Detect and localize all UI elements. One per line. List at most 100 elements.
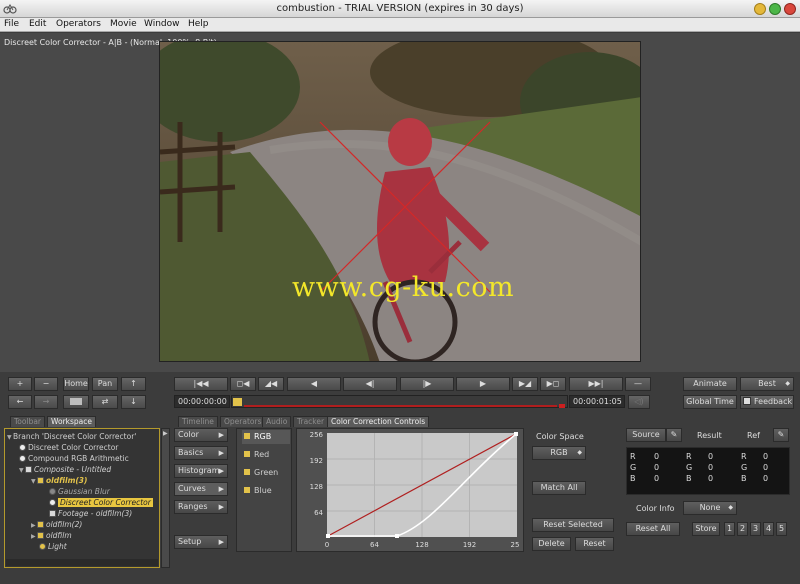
- tree-row-compound-rgb[interactable]: Compound RGB Arithmetic: [19, 453, 129, 464]
- category-color-button[interactable]: Color ▶: [174, 428, 228, 442]
- reset-button[interactable]: Reset: [575, 537, 614, 551]
- home-button[interactable]: Home: [63, 377, 89, 391]
- menu-movie[interactable]: Movie: [110, 19, 137, 29]
- tab-timeline[interactable]: Timeline: [178, 416, 218, 427]
- curve-point-mid[interactable]: [395, 534, 399, 538]
- tree-side-handle[interactable]: ▶: [161, 428, 170, 568]
- store-slot-1[interactable]: 1: [724, 522, 735, 536]
- menu-help[interactable]: Help: [188, 19, 209, 29]
- menu-window[interactable]: Window: [144, 19, 180, 29]
- capture-down-button[interactable]: ↓: [121, 395, 146, 409]
- curve-point-end[interactable]: [514, 432, 518, 436]
- out-point-marker[interactable]: [559, 404, 565, 408]
- channel-rgb[interactable]: RGB: [242, 430, 290, 444]
- store-button[interactable]: Store: [692, 522, 720, 536]
- zoom-button[interactable]: [769, 3, 781, 15]
- swap-button[interactable]: ⇄: [92, 395, 118, 409]
- step-forward-button[interactable]: |▶: [400, 377, 454, 391]
- workspace-tree[interactable]: ▼Branch 'Discreet Color Corrector' Discr…: [4, 428, 160, 568]
- feedback-checkbox[interactable]: [743, 397, 751, 405]
- category-basics-button[interactable]: Basics ▶: [174, 446, 228, 460]
- tab-tracker[interactable]: Tracker: [293, 416, 329, 427]
- time-start-field[interactable]: 00:00:00:00: [174, 395, 230, 408]
- tree-row-gaussian-blur[interactable]: Gaussian Blur: [49, 486, 110, 497]
- source-button[interactable]: Source: [626, 428, 666, 442]
- reset-selected-button[interactable]: Reset Selected: [532, 518, 614, 532]
- ref-r-label: R: [741, 452, 747, 461]
- channel-blue[interactable]: Blue: [242, 484, 290, 498]
- color-space-dropdown[interactable]: RGB ◆: [532, 446, 586, 460]
- tree-row-composite[interactable]: ▼ Composite - Untitled: [19, 464, 111, 475]
- zoom-out-button[interactable]: −: [34, 377, 58, 391]
- forward-button[interactable]: →: [34, 395, 58, 409]
- set-in-button[interactable]: ◻◀: [230, 377, 256, 391]
- delete-button[interactable]: Delete: [532, 537, 571, 551]
- store-slot-2[interactable]: 2: [737, 522, 748, 536]
- tree-row-color-corrector[interactable]: Discreet Color Corrector: [19, 442, 118, 453]
- store-slot-5[interactable]: 5: [776, 522, 787, 536]
- timeline-scrubber[interactable]: [231, 395, 568, 408]
- reset-all-button[interactable]: Reset All: [626, 522, 680, 536]
- composite-icon: [25, 466, 32, 473]
- menu-operators[interactable]: Operators: [56, 19, 101, 29]
- tab-audio[interactable]: Audio: [262, 416, 292, 427]
- tab-operators[interactable]: Operators: [220, 416, 266, 427]
- audio-toggle-button[interactable]: ◁): [628, 395, 650, 409]
- category-curves-button[interactable]: Curves ▶: [174, 482, 228, 496]
- tree-row-oldfilm-2[interactable]: ▶ oldfilm(2): [31, 519, 82, 530]
- feedback-toggle[interactable]: Feedback: [740, 395, 794, 409]
- tree-row-light[interactable]: Light: [39, 541, 67, 552]
- x-tick: 128: [415, 541, 428, 549]
- curve-point-start[interactable]: [326, 534, 330, 538]
- animate-button[interactable]: Animate: [683, 377, 737, 391]
- transport-options-button[interactable]: —: [625, 377, 651, 391]
- tree-row-oldfilm-3[interactable]: ▼ oldfilm(3): [31, 475, 87, 486]
- tree-scrollbar[interactable]: [6, 559, 158, 566]
- loop-forward-button[interactable]: ▶◢: [512, 377, 538, 391]
- category-ranges-button[interactable]: Ranges ▶: [174, 500, 228, 514]
- tree-row-footage[interactable]: Footage - oldfilm(3): [49, 508, 132, 519]
- ref-eyedropper-button[interactable]: ✎: [773, 428, 789, 442]
- channel-green[interactable]: Green: [242, 466, 290, 480]
- curve-editor[interactable]: 256 192 128 64 0 64 128 192 25: [296, 428, 524, 552]
- swatch-dropdown[interactable]: [63, 395, 89, 409]
- curve-graph[interactable]: 256 192 128 64 0 64 128 192 25: [297, 429, 523, 551]
- global-time-dropdown[interactable]: Global Time: [683, 395, 737, 409]
- back-button[interactable]: ←: [8, 395, 32, 409]
- tree-row-branch[interactable]: ▼Branch 'Discreet Color Corrector': [7, 431, 136, 442]
- tab-toolbar[interactable]: Toolbar: [10, 416, 46, 427]
- capture-up-button[interactable]: ↑: [121, 377, 146, 391]
- go-to-start-button[interactable]: |◀◀: [174, 377, 228, 391]
- step-back-button[interactable]: ◀|: [343, 377, 397, 391]
- color-info-dropdown[interactable]: None ◆: [683, 501, 737, 515]
- store-slot-3[interactable]: 3: [750, 522, 761, 536]
- tab-workspace[interactable]: Workspace: [47, 416, 96, 427]
- tree-row-selected-color-corrector[interactable]: Discreet Color Corrector: [49, 497, 153, 508]
- zoom-in-button[interactable]: +: [8, 377, 32, 391]
- playhead-marker[interactable]: [233, 398, 242, 406]
- source-eyedropper-button[interactable]: ✎: [666, 428, 682, 442]
- quality-dropdown[interactable]: Best ◆: [740, 377, 794, 391]
- x-tick: 0: [325, 541, 329, 549]
- video-frame[interactable]: www.cg-ku.com: [159, 41, 641, 362]
- tab-color-correction-controls[interactable]: Color Correction Controls: [327, 416, 430, 427]
- play-button[interactable]: ▶: [456, 377, 510, 391]
- time-end-field[interactable]: 00:00:01:05: [569, 395, 625, 408]
- loop-back-button[interactable]: ◢◀: [258, 377, 284, 391]
- operator-icon: [19, 455, 26, 462]
- play-reverse-button[interactable]: ◀: [287, 377, 341, 391]
- pan-button[interactable]: Pan: [92, 377, 118, 391]
- go-to-end-button[interactable]: ▶▶|: [569, 377, 623, 391]
- tree-row-oldfilm[interactable]: ▶ oldfilm: [31, 530, 72, 541]
- channel-red[interactable]: Red: [242, 448, 290, 462]
- menu-file[interactable]: File: [4, 19, 19, 29]
- close-button[interactable]: [784, 3, 796, 15]
- category-setup-button[interactable]: Setup ▶: [174, 535, 228, 549]
- minimize-button[interactable]: [754, 3, 766, 15]
- match-all-button[interactable]: Match All: [532, 481, 586, 495]
- menu-edit[interactable]: Edit: [29, 19, 46, 29]
- result-r-value: 0: [708, 452, 714, 461]
- category-histogram-button[interactable]: Histogram ▶: [174, 464, 228, 478]
- set-out-button[interactable]: ▶◻: [540, 377, 566, 391]
- store-slot-4[interactable]: 4: [763, 522, 774, 536]
